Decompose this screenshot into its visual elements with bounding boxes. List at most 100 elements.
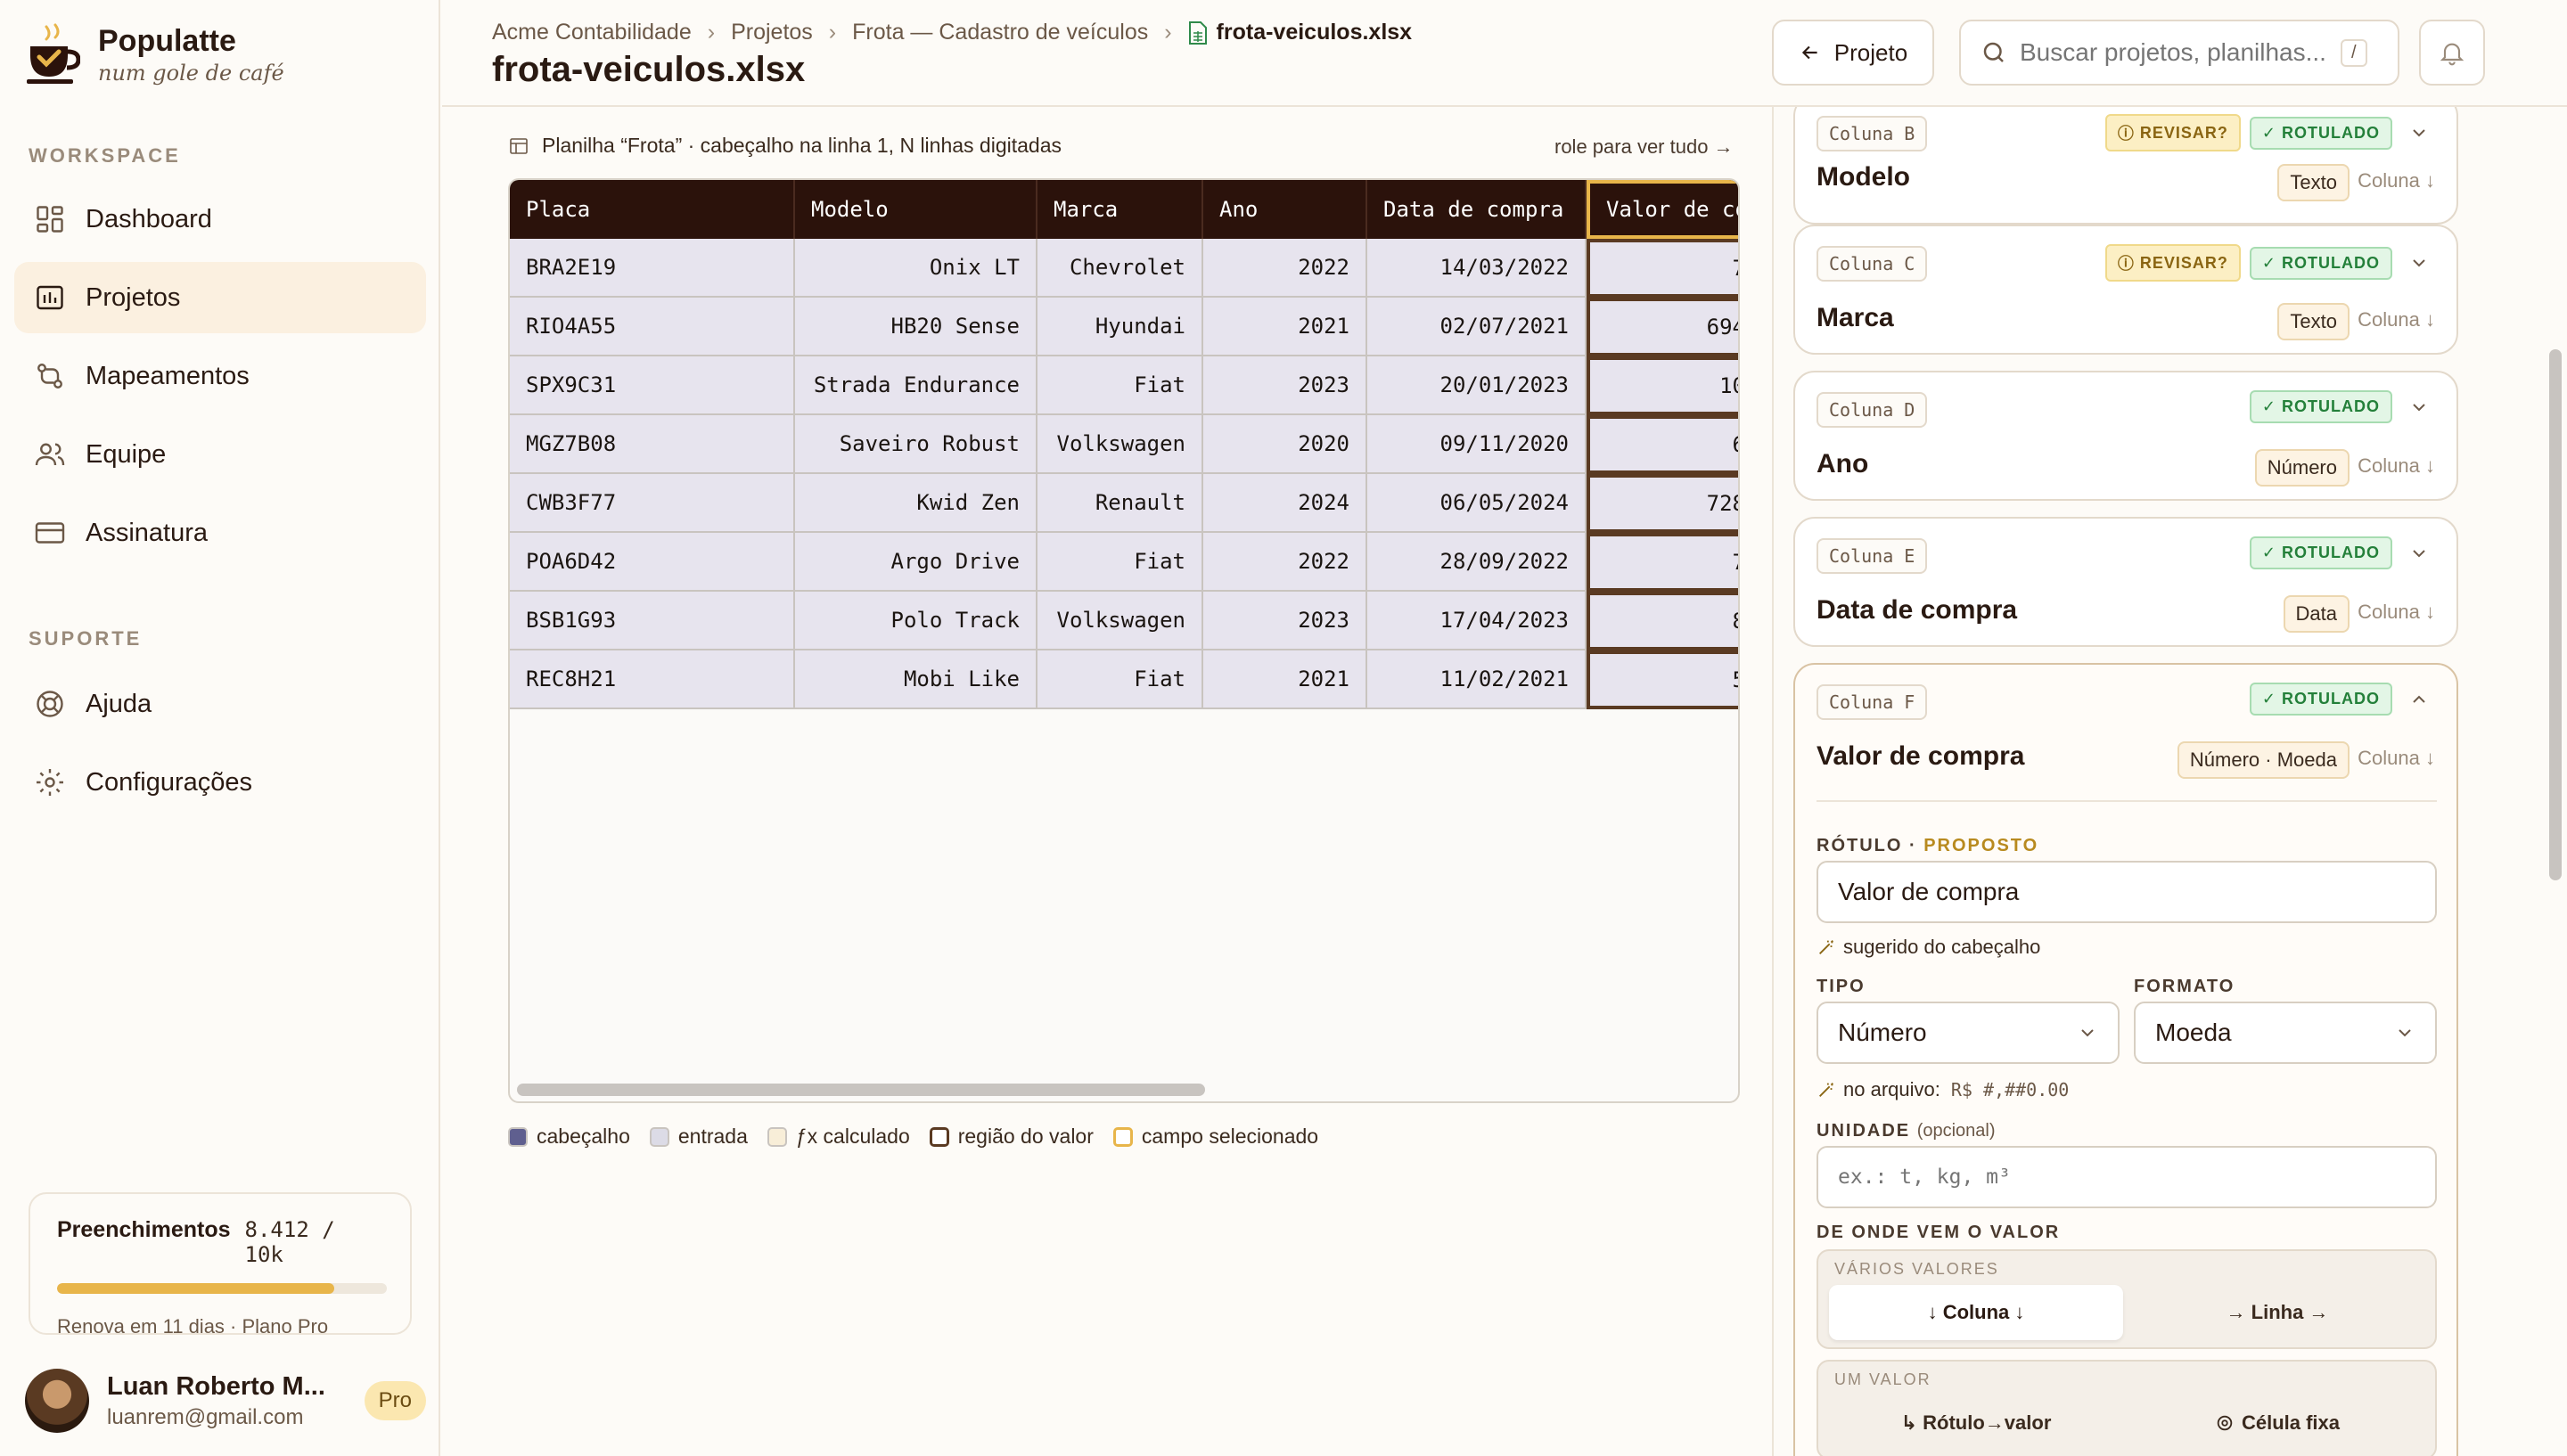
label-input[interactable] [1838,878,2415,906]
sheet-cell[interactable]: Hyundai [1037,298,1203,356]
sheet-cell[interactable]: 2023 [1203,592,1367,650]
sheet-cell[interactable]: 2022 [1203,533,1367,592]
source-label-value-option[interactable]: ↳ Rótulo→valor [1829,1395,2123,1451]
unit-field-title-text: UNIDADE [1817,1121,1911,1141]
vertical-scrollbar[interactable] [2549,349,2562,880]
back-to-project-button[interactable]: Projeto [1772,20,1934,86]
sheet-cell[interactable]: Mobi Like [795,650,1037,709]
breadcrumb-item[interactable]: Projetos [731,20,813,45]
sheet-cell[interactable]: Polo Track [795,592,1037,650]
sheet-cell[interactable]: 20/01/2023 [1367,356,1587,415]
source-column-option[interactable]: ↓ Coluna ↓ [1829,1285,2123,1340]
search-box[interactable]: / [1959,20,2399,86]
source-fixed-cell-option[interactable]: Célula fixa [2130,1395,2424,1451]
column-card-modelo[interactable]: Coluna B ⓘ REVISAR? ✓ ROTULADO Modelo Text… [1793,107,2458,225]
sheet-cell[interactable]: 2021 [1203,298,1367,356]
sheet-cell[interactable]: Fiat [1037,650,1203,709]
sheet-cell[interactable]: Onix LT [795,239,1037,298]
sheet-header-cell[interactable]: Modelo [795,180,1037,239]
breadcrumb-item[interactable]: Acme Contabilidade [492,20,692,45]
breadcrumb-item[interactable]: Frota — Cadastro de veículos [852,20,1148,45]
sidebar-item-equipe[interactable]: Equipe [14,419,426,490]
value-region-cell[interactable]: 10 [1587,356,1738,415]
value-region-cell[interactable]: 7 [1587,239,1738,298]
chevron-down-icon[interactable] [2408,543,2430,564]
column-card-ano[interactable]: Coluna D ✓ ROTULADO Ano Número Coluna ↓ [1793,371,2458,501]
sheet-cell[interactable]: 2023 [1203,356,1367,415]
sheet-header-cell[interactable]: Marca [1037,180,1203,239]
sheet-cell[interactable]: 2022 [1203,239,1367,298]
sheet-header-cell[interactable]: Data de compra [1367,180,1587,239]
type-select[interactable]: Número [1817,1002,2120,1064]
column-card-marca[interactable]: Coluna C ⓘ REVISAR? ✓ ROTULADO Marca Texto… [1793,225,2458,355]
user-menu[interactable]: Luan Roberto M... luanrem@gmail.com Pro [25,1369,426,1433]
sheet-header-cell[interactable]: Placa [510,180,795,239]
plan-badge: Pro [364,1381,426,1420]
sidebar-item-dashboard[interactable]: Dashboard [14,184,426,255]
search-input[interactable] [2020,38,2341,67]
source-row-option[interactable]: → Linha → [2130,1285,2424,1340]
sheet-cell[interactable]: SPX9C31 [510,356,795,415]
sheet-cell[interactable]: 2020 [1203,415,1367,474]
sidebar-item-projetos[interactable]: Projetos [14,262,426,333]
sheet-cell[interactable]: 28/09/2022 [1367,533,1587,592]
sheet-cell[interactable]: CWB3F77 [510,474,795,533]
sheet-cell[interactable]: Strada Endurance [795,356,1037,415]
chevron-up-icon[interactable] [2408,689,2430,710]
sheet-cell[interactable]: MGZ7B08 [510,415,795,474]
status-badge-label: ROTULADO [2282,123,2380,142]
sheet-cell[interactable]: 09/11/2020 [1367,415,1587,474]
sheet-cell[interactable]: 17/04/2023 [1367,592,1587,650]
column-card-valor-de-compra[interactable]: Coluna F ✓ ROTULADO Valor de compra Númer… [1793,663,2458,1456]
sidebar-item-mapeamentos[interactable]: Mapeamentos [14,340,426,412]
column-card-data-de-compra[interactable]: Coluna E ✓ ROTULADO Data de compra Data C… [1793,517,2458,647]
sheet-cell[interactable]: Fiat [1037,533,1203,592]
value-region-cell[interactable]: 7 [1587,533,1738,592]
usage-renew-text: Renova em 11 dias · Plano Pro [57,1315,329,1337]
chevron-down-icon[interactable] [2408,252,2430,274]
sheet-cell[interactable]: Renault [1037,474,1203,533]
sheet-cell[interactable]: 02/07/2021 [1367,298,1587,356]
sidebar-item-label: Projetos [86,282,181,312]
sheet-cell[interactable]: 14/03/2022 [1367,239,1587,298]
chevron-down-icon[interactable] [2408,397,2430,418]
value-region-cell[interactable]: 694 [1587,298,1738,356]
label-field[interactable] [1817,861,2437,923]
notifications-button[interactable] [2419,20,2485,86]
review-badge-label: REVISAR? [2139,253,2228,272]
sheet-cell[interactable]: Saveiro Robust [795,415,1037,474]
sheet-cell[interactable]: 2021 [1203,650,1367,709]
unit-input[interactable] [1838,1166,2415,1189]
sheet-cell[interactable]: 11/02/2021 [1367,650,1587,709]
format-select[interactable]: Moeda [2134,1002,2437,1064]
sheet-cell[interactable]: 2024 [1203,474,1367,533]
sheet-cell[interactable]: POA6D42 [510,533,795,592]
sheet-cell[interactable]: HB20 Sense [795,298,1037,356]
sidebar-item-assinatura[interactable]: Assinatura [14,497,426,568]
sheet-cell[interactable]: BRA2E19 [510,239,795,298]
brand[interactable]: Populatte num gole de café [27,23,284,86]
sheet-header-cell[interactable]: Ano [1203,180,1367,239]
value-region-cell[interactable]: 5 [1587,650,1738,709]
sheet-cell[interactable]: REC8H21 [510,650,795,709]
sheet-cell[interactable]: Argo Drive [795,533,1037,592]
sheet-cell[interactable]: 06/05/2024 [1367,474,1587,533]
value-region-cell[interactable]: 8 [1587,592,1738,650]
sheet-cell[interactable]: Fiat [1037,356,1203,415]
sheet-cell[interactable]: Chevrolet [1037,239,1203,298]
horizontal-scrollbar[interactable] [517,1084,1205,1096]
chevron-down-icon[interactable] [2408,122,2430,143]
spreadsheet-preview[interactable]: Placa Modelo Marca Ano Data de compra Valor d… [508,178,1740,1103]
unit-field[interactable] [1817,1146,2437,1208]
sheet-cell[interactable]: Kwid Zen [795,474,1037,533]
sheet-header-cell[interactable]: Valor de co [1587,180,1738,239]
page-title: frota-veiculos.xlsx [492,50,806,89]
sidebar-item-configuracoes[interactable]: Configurações [14,747,426,818]
sheet-cell[interactable]: Volkswagen [1037,592,1203,650]
sheet-cell[interactable]: BSB1G93 [510,592,795,650]
value-region-cell[interactable]: 6 [1587,415,1738,474]
sidebar-item-ajuda[interactable]: Ajuda [14,668,426,740]
sheet-cell[interactable]: Volkswagen [1037,415,1203,474]
sheet-cell[interactable]: RIO4A55 [510,298,795,356]
value-region-cell[interactable]: 728 [1587,474,1738,533]
